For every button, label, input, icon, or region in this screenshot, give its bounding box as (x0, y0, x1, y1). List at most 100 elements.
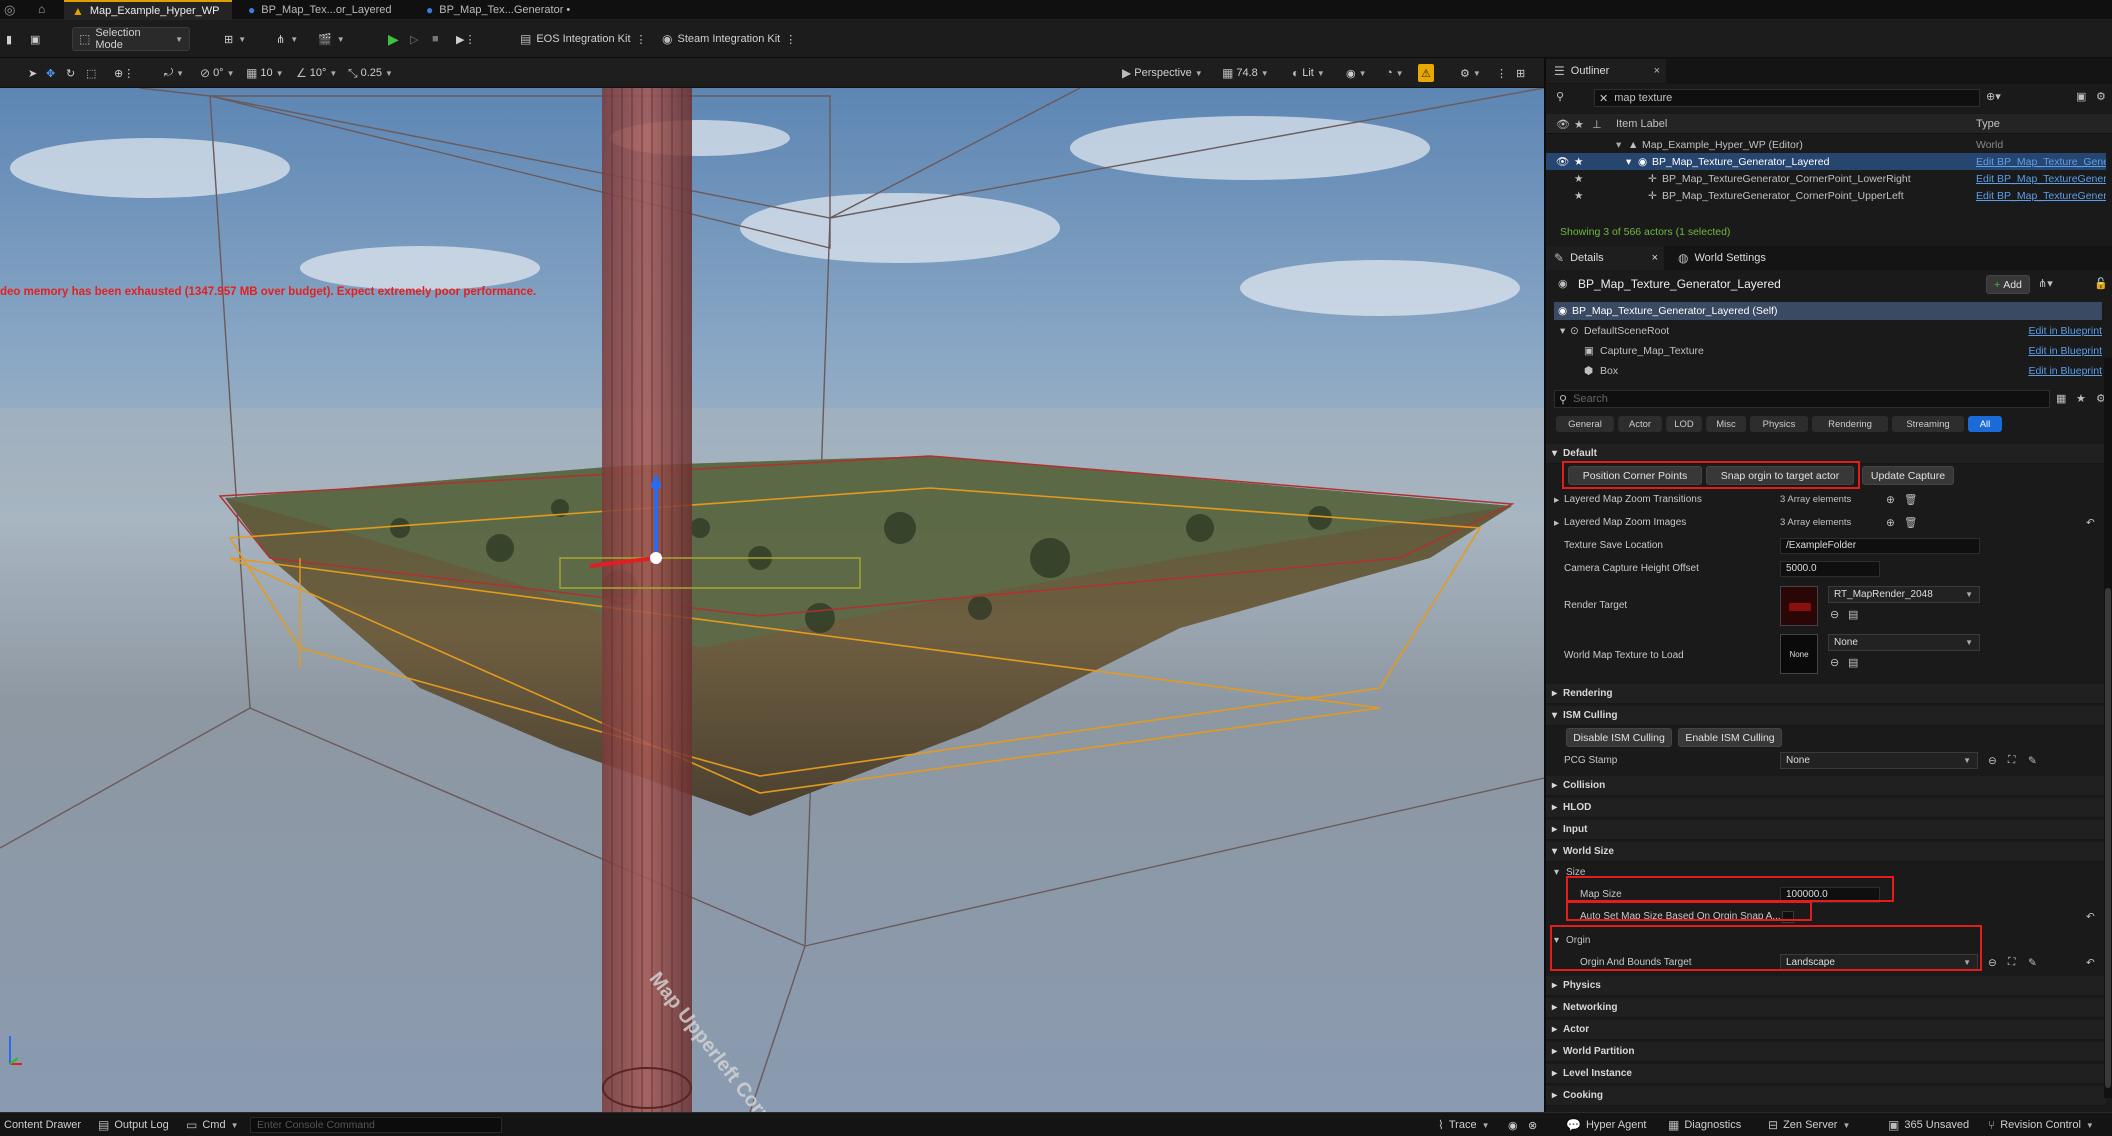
filter-all[interactable]: All (1968, 416, 2002, 432)
column-item-label[interactable]: Item Label (1616, 118, 1667, 130)
category-physics[interactable]: ▸ Physics (1546, 976, 2106, 996)
selection-mode-dropdown[interactable]: ⬚ Selection Mode ▼ (72, 27, 190, 51)
category-rendering[interactable]: ▸ Rendering (1546, 684, 2106, 704)
outliner-row-world[interactable]: ▾ ▲ Map_Example_Hyper_WP (Editor) World (1546, 136, 2106, 153)
select-tool-icon[interactable]: ➤ (28, 64, 37, 82)
maximize-viewport-icon[interactable]: ⊞ (1516, 64, 1525, 82)
viewport-settings-icon[interactable]: ⚙ ▼ (1460, 64, 1481, 82)
outliner-row-lowerright[interactable]: ★ ✛ BP_Map_TextureGenerator_CornerPoint_… (1546, 170, 2106, 187)
browse-icon[interactable]: ▤ (1848, 656, 1858, 669)
cmd-dropdown[interactable]: ▭ Cmd ▼ (186, 1117, 239, 1133)
filter-streaming[interactable]: Streaming (1892, 416, 1964, 432)
category-cooking[interactable]: ▸ Cooking (1546, 1086, 2106, 1106)
lock-icon[interactable]: 🔓 (2094, 277, 2108, 290)
console-input[interactable]: Enter Console Command (250, 1117, 502, 1133)
eos-integration-button[interactable]: ▤ EOS Integration Kit ⋮ (514, 27, 653, 51)
disable-ism-button[interactable]: Disable ISM Culling (1566, 728, 1672, 747)
trace-dropdown[interactable]: ⌇ Trace ▼ (1438, 1117, 1490, 1133)
revision-control-dropdown[interactable]: ⑂ Revision Control ▼ (1988, 1117, 2094, 1133)
eyedropper-icon[interactable]: ✎ (2028, 957, 2037, 969)
scale-snap-toggle[interactable]: ⤡ 0.25 ▼ (348, 64, 393, 82)
add-filter-icon[interactable]: ⊕▾ (1986, 90, 2001, 103)
use-selected-icon[interactable]: ⊖ (1988, 957, 1997, 969)
visibility-icon[interactable]: 👁 (1556, 155, 1569, 168)
delete-icon[interactable]: 🗑 (1904, 493, 1917, 506)
add-element-icon[interactable]: ⊕ (1886, 517, 1895, 529)
category-input[interactable]: ▸ Input (1546, 820, 2106, 840)
save-location-input[interactable]: /ExampleFolder (1780, 537, 1980, 554)
perspective-dropdown[interactable]: ▶ Perspective ▼ (1122, 64, 1203, 82)
record-icon[interactable]: ◉ (1508, 1117, 1518, 1133)
grid-snap-toggle[interactable]: ▦ 10 ▼ (246, 64, 284, 82)
row-type-link[interactable]: Edit BP_Map_TextureGenerat (1976, 190, 2106, 202)
tab-details[interactable]: ✎ Details × (1546, 246, 1664, 270)
viewport-layout-icon[interactable]: ⋮ (1496, 64, 1507, 82)
filter-physics[interactable]: Physics (1750, 416, 1808, 432)
row-type-link[interactable]: Edit BP_Map_TextureGenerat (1976, 173, 2106, 185)
play-options-icon[interactable]: ▶⋮ (450, 27, 481, 51)
pcg-stamp-dropdown[interactable]: None ▼ (1780, 752, 1978, 769)
blueprint-menu-icon[interactable]: ⋔ ▼ (270, 27, 304, 51)
delete-icon[interactable]: 🗑 (1904, 516, 1917, 529)
component-self[interactable]: ◉ BP_Map_Texture_Generator_Layered (Self… (1554, 302, 2102, 320)
details-search-input[interactable]: ⚲ Search (1554, 390, 2050, 408)
edit-in-blueprint-link[interactable]: Edit in Blueprint (2028, 365, 2102, 377)
browse-icon[interactable]: ▤ (1848, 608, 1858, 621)
filter-misc[interactable]: Misc (1706, 416, 1746, 432)
details-scrollbar[interactable] (2104, 358, 2112, 1098)
performance-icon[interactable]: ◔ ▼ (1386, 64, 1404, 82)
category-world-partition[interactable]: ▸ World Partition (1546, 1042, 2106, 1062)
reset-icon[interactable]: ↶ (2086, 911, 2095, 923)
tab-world-settings[interactable]: ◍ World Settings (1670, 246, 1774, 270)
category-networking[interactable]: ▸ Networking (1546, 998, 2106, 1018)
render-target-thumbnail[interactable] (1780, 586, 1818, 626)
expand-icon[interactable]: ▸ (1554, 494, 1559, 506)
tab-map-example[interactable]: ▲ Map_Example_Hyper_WP (64, 0, 232, 20)
filter-general[interactable]: General (1556, 416, 1614, 432)
content-drawer-button[interactable]: Content Drawer (4, 1117, 81, 1133)
eyedropper-icon[interactable]: ✎ (2028, 755, 2037, 767)
use-selected-icon[interactable]: ⊖ (1830, 656, 1839, 669)
steam-integration-button[interactable]: ◉ Steam Integration Kit ⋮ (656, 27, 802, 51)
home-icon[interactable]: ⌂ (38, 2, 45, 16)
rotate-tool-icon[interactable]: ↻ (66, 64, 75, 82)
edit-in-blueprint-link[interactable]: Edit in Blueprint (2028, 345, 2102, 357)
pick-actor-icon[interactable]: ⛶ (2008, 754, 2015, 767)
diagnostics-button[interactable]: ▦ Diagnostics (1668, 1117, 1741, 1133)
add-element-icon[interactable]: ⊕ (1886, 494, 1895, 506)
level-viewport[interactable]: deo memory has been exhausted (1347.957 … (0, 88, 1544, 1112)
cinematics-icon[interactable]: 🎬 ▼ (312, 27, 351, 51)
add-actor-icon[interactable]: ⊞ ▼ (218, 27, 252, 51)
category-level-instance[interactable]: ▸ Level Instance (1546, 1064, 2106, 1084)
component-defaultsceneroot[interactable]: ▾ ⊙ DefaultSceneRoot Edit in Blueprint (1554, 322, 2102, 339)
tab-blueprint-generator[interactable]: ● BP_Map_Tex...Generator • (418, 0, 588, 20)
show-flags-icon[interactable]: ◉ ▼ (1346, 64, 1367, 82)
world-map-thumbnail[interactable]: None (1780, 634, 1818, 674)
world-map-dropdown[interactable]: None ▼ (1828, 634, 1980, 651)
scale-tool-icon[interactable]: ⬚ (86, 64, 96, 82)
zen-server-dropdown[interactable]: ⊟ Zen Server ▼ (1768, 1117, 1850, 1133)
component-box[interactable]: ⬢ Box Edit in Blueprint (1554, 362, 2102, 379)
category-world-size[interactable]: ▾ World Size (1546, 842, 2106, 862)
filter-lod[interactable]: LOD (1666, 416, 1702, 432)
angle-snap-toggle[interactable]: ∠ 10° ▼ (296, 64, 337, 82)
filter-rendering[interactable]: Rendering (1812, 416, 1888, 432)
clear-search-icon[interactable]: ✕ (1599, 92, 1608, 105)
update-capture-button[interactable]: Update Capture (1862, 466, 1954, 485)
filter-icon[interactable]: ⚲ (1556, 90, 1564, 103)
enable-ism-button[interactable]: Enable ISM Culling (1678, 728, 1782, 747)
world-local-icon[interactable]: ⊕⋮ (114, 64, 134, 82)
category-collision[interactable]: ▸ Collision (1546, 776, 2106, 796)
use-selected-icon[interactable]: ⊖ (1830, 608, 1839, 621)
filter-actor[interactable]: Actor (1618, 416, 1662, 432)
outliner-row-upperleft[interactable]: ★ ✛ BP_Map_TextureGenerator_CornerPoint_… (1546, 187, 2106, 204)
stop-icon[interactable]: ■ (426, 27, 445, 51)
expand-icon[interactable]: ▸ (1554, 517, 1559, 529)
save-icon[interactable]: ▮ (0, 27, 18, 51)
category-ism-culling[interactable]: ▾ ISM Culling (1546, 706, 2106, 726)
star-icon[interactable]: ★ (1574, 156, 1583, 168)
column-type[interactable]: Type (1976, 118, 2000, 130)
close-icon[interactable]: × (1652, 252, 1658, 264)
add-component-button[interactable]: + Add (1986, 275, 2030, 294)
blueprint-options-icon[interactable]: ⋔▾ (2038, 277, 2053, 290)
